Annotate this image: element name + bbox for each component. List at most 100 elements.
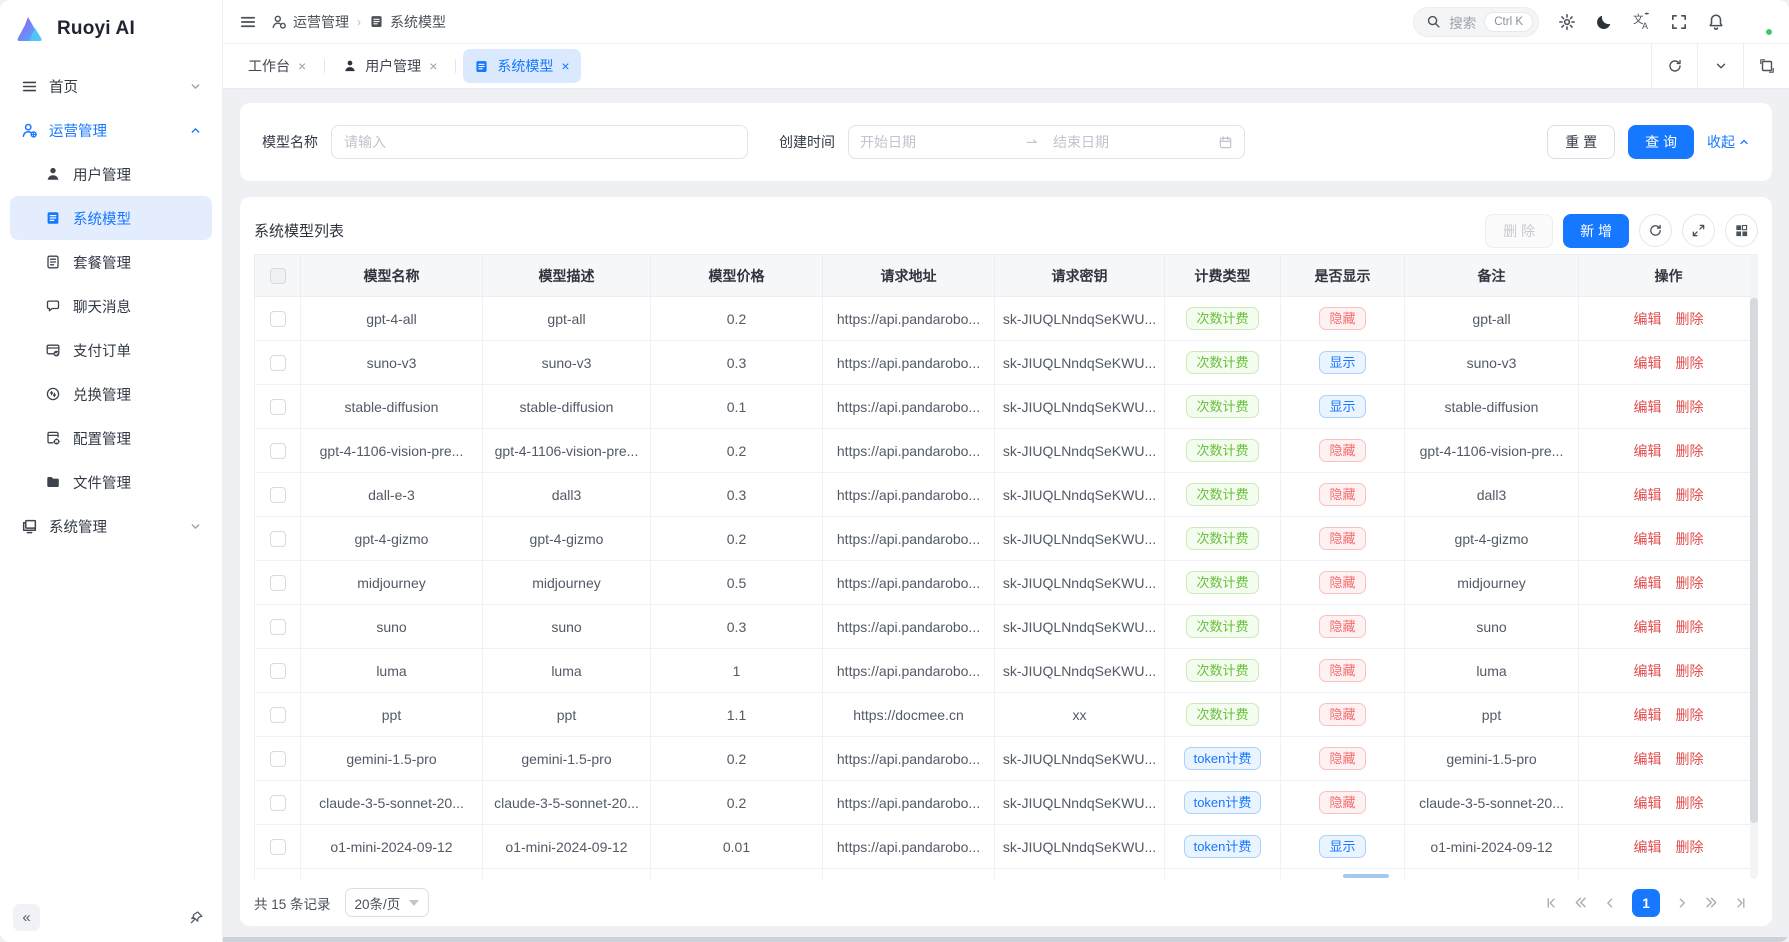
row-checkbox[interactable] (270, 795, 286, 811)
edit-link[interactable]: 编辑 (1634, 839, 1662, 855)
settings-gear-icon[interactable] (1558, 13, 1576, 31)
row-checkbox[interactable] (270, 487, 286, 503)
maximize-content-icon[interactable] (1743, 44, 1789, 88)
edit-link[interactable]: 编辑 (1634, 311, 1662, 327)
delete-link[interactable]: 删除 (1676, 311, 1704, 327)
row-checkbox[interactable] (270, 531, 286, 547)
add-button[interactable]: 新 增 (1563, 214, 1629, 248)
refresh-icon[interactable] (1651, 44, 1697, 88)
chevron-down-icon[interactable] (1697, 44, 1743, 88)
sidebar-subitem-2[interactable]: 系统模型 (10, 196, 212, 240)
tab-system-model[interactable]: 系统模型 × (463, 49, 580, 83)
model-name-input[interactable]: 请输入 (331, 125, 748, 159)
row-checkbox[interactable] (270, 575, 286, 591)
table-fullscreen-icon[interactable] (1682, 214, 1715, 247)
table-refresh-icon[interactable] (1639, 214, 1672, 247)
row-checkbox[interactable] (270, 707, 286, 723)
edit-link[interactable]: 编辑 (1634, 619, 1662, 635)
billing-type-cell: 次数计费 (1165, 649, 1281, 693)
first-page-icon[interactable] (1544, 896, 1558, 910)
delete-link[interactable]: 删除 (1676, 443, 1704, 459)
page-size-select[interactable]: 20条/页 (345, 888, 430, 917)
edit-link[interactable]: 编辑 (1634, 707, 1662, 723)
row-checkbox[interactable] (270, 311, 286, 327)
next-page-icon[interactable] (1675, 896, 1689, 910)
current-page-button[interactable]: 1 (1632, 889, 1660, 917)
edit-link[interactable]: 编辑 (1634, 751, 1662, 767)
sidebar-item-operations[interactable]: 运营管理 (10, 108, 212, 152)
delete-link[interactable]: 删除 (1676, 487, 1704, 503)
user-avatar[interactable] (1744, 7, 1773, 36)
row-checkbox[interactable] (270, 751, 286, 767)
sidebar-subitem-6[interactable]: 兑换管理 (10, 372, 212, 416)
reset-button[interactable]: 重 置 (1547, 125, 1615, 159)
global-search-input[interactable]: 搜索 Ctrl K (1413, 7, 1539, 37)
row-checkbox[interactable] (270, 355, 286, 371)
collapse-filter-link[interactable]: 收起 (1707, 132, 1750, 152)
row-checkbox[interactable] (270, 399, 286, 415)
notifications-bell-icon[interactable] (1707, 13, 1725, 31)
delete-link[interactable]: 删除 (1676, 575, 1704, 591)
last-page-icon[interactable] (1734, 896, 1748, 910)
sidebar-subitem-4[interactable]: 聊天消息 (10, 284, 212, 328)
next-5-pages-icon[interactable] (1704, 895, 1719, 910)
sidebar-item-home[interactable]: 首页 (10, 64, 212, 108)
sidebar-item-system[interactable]: 系统管理 (10, 504, 212, 548)
edit-link[interactable]: 编辑 (1634, 795, 1662, 811)
edit-link[interactable]: 编辑 (1634, 355, 1662, 371)
date-range-input[interactable]: 开始日期 结束日期 (848, 125, 1245, 159)
request-key-cell: sk-JIUQLNndqSeKWU... (995, 517, 1165, 561)
model-desc-cell: stable-diffusion (483, 385, 651, 429)
edit-link[interactable]: 编辑 (1634, 487, 1662, 503)
sidebar-collapse-button[interactable]: « (13, 904, 40, 931)
horizontal-scrollbar-thumb[interactable] (1343, 874, 1389, 878)
edit-link[interactable]: 编辑 (1634, 663, 1662, 679)
pin-icon[interactable] (189, 910, 204, 925)
row-checkbox[interactable] (270, 663, 286, 679)
table-row: suno-v3suno-v30.3https://api.pandarobo..… (255, 341, 1759, 385)
row-checkbox[interactable] (270, 443, 286, 459)
row-checkbox[interactable] (270, 839, 286, 855)
sidebar-subitem-5[interactable]: 支付订单 (10, 328, 212, 372)
model-name-cell: claude-3-5-sonnet-20... (301, 781, 483, 825)
row-checkbox[interactable] (270, 619, 286, 635)
breadcrumb-item-system-model[interactable]: 系统模型 (369, 12, 446, 32)
delete-link[interactable]: 删除 (1676, 795, 1704, 811)
sidebar-subitem-3[interactable]: 套餐管理 (10, 240, 212, 284)
dark-mode-moon-icon[interactable] (1595, 13, 1613, 31)
fullscreen-icon[interactable] (1670, 13, 1688, 31)
table-row: gpt-4-1106-vision-pre...gpt-4-1106-visio… (255, 429, 1759, 473)
delete-link[interactable]: 删除 (1676, 663, 1704, 679)
select-all-checkbox[interactable] (270, 268, 286, 284)
tab-user-management[interactable]: 用户管理 × (332, 49, 448, 83)
delete-link[interactable]: 删除 (1676, 839, 1704, 855)
sidebar-toggle-button[interactable] (239, 13, 257, 31)
delete-button[interactable]: 删 除 (1485, 214, 1553, 248)
column-settings-icon[interactable] (1725, 214, 1758, 247)
breadcrumb-item-operations[interactable]: 运营管理 (271, 12, 349, 32)
delete-link[interactable]: 删除 (1676, 531, 1704, 547)
edit-link[interactable]: 编辑 (1634, 531, 1662, 547)
sidebar-subitem-7[interactable]: 配置管理 (10, 416, 212, 460)
close-icon[interactable]: × (561, 59, 569, 73)
delete-link[interactable]: 删除 (1676, 355, 1704, 371)
close-icon[interactable]: × (429, 59, 437, 73)
sidebar-subitem-8[interactable]: 文件管理 (10, 460, 212, 504)
delete-link[interactable]: 删除 (1676, 751, 1704, 767)
close-icon[interactable]: × (298, 59, 306, 73)
edit-link[interactable]: 编辑 (1634, 443, 1662, 459)
query-button[interactable]: 查 询 (1628, 125, 1694, 159)
delete-link[interactable]: 删除 (1676, 707, 1704, 723)
delete-link[interactable]: 删除 (1676, 399, 1704, 415)
prev-5-pages-icon[interactable] (1573, 895, 1588, 910)
sidebar-subitem-1[interactable]: 用户管理 (10, 152, 212, 196)
prev-page-icon[interactable] (1603, 896, 1617, 910)
remark-cell: luma (1405, 649, 1579, 693)
table-footer: 共 15 条记录 20条/页 (254, 879, 1758, 926)
language-translate-icon[interactable]: 文A (1632, 12, 1651, 31)
tab-workbench[interactable]: 工作台 × (237, 49, 317, 83)
edit-link[interactable]: 编辑 (1634, 575, 1662, 591)
delete-link[interactable]: 删除 (1676, 619, 1704, 635)
edit-link[interactable]: 编辑 (1634, 399, 1662, 415)
vertical-scrollbar-thumb[interactable] (1750, 298, 1758, 823)
